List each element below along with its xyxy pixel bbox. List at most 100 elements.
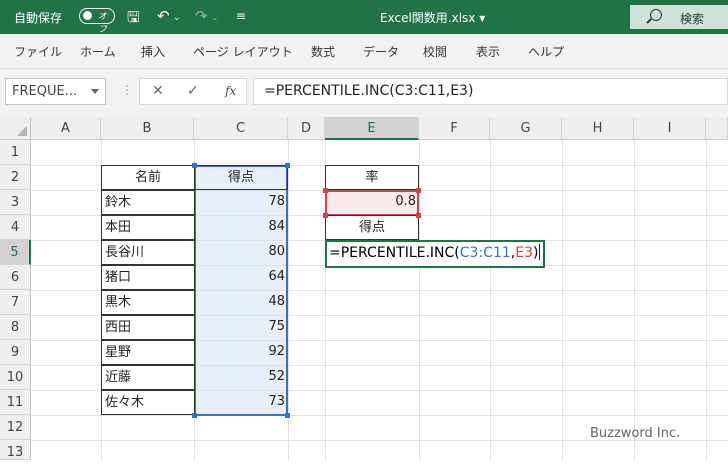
toggle-knob [83,11,92,20]
cell-c2[interactable]: 得点 [194,165,288,190]
undo-icon[interactable]: ↶ [157,7,170,25]
range-handle[interactable] [192,413,197,418]
cell-b5[interactable]: 長谷川 [101,240,195,265]
tab-file[interactable]: ファイル [14,43,62,60]
column-header-i[interactable]: I [634,117,706,140]
tab-data[interactable]: データ [363,43,399,60]
cell-b8[interactable]: 西田 [101,315,195,340]
document-title[interactable]: Excel関数用.xlsx ▾ [380,9,485,26]
cell-b10[interactable]: 近藤 [101,365,195,390]
cell-c11[interactable]: 73 [194,390,288,415]
ribbon-tabs: ファイル ホーム 挿入 ページ レイアウト 数式 データ 校閲 表示 ヘルプ [0,34,728,69]
range-handle[interactable] [192,163,197,168]
row-header-8[interactable]: 8 [0,315,31,340]
cancel-icon[interactable]: ✕ [152,83,164,99]
tab-insert[interactable]: 挿入 [141,43,165,60]
tab-view[interactable]: 表示 [476,43,500,60]
column-header-e[interactable]: E [325,117,419,140]
cell-c7[interactable]: 48 [194,290,288,315]
row-header-7[interactable]: 7 [0,290,31,315]
name-box[interactable]: FREQUE... [5,78,106,105]
cell-b4[interactable]: 本田 [101,215,195,240]
cell-b9[interactable]: 星野 [101,340,195,365]
formula-input[interactable]: =PERCENTILE.INC(C3:C11,E3) [253,78,728,105]
column-header-d[interactable]: D [288,117,325,140]
gridline [31,415,728,416]
formula-bar: FREQUE... ⋮ ✕ ✓ fx =PERCENTILE.INC(C3:C1… [0,69,728,117]
cell-b3[interactable]: 鈴木 [101,190,195,215]
cell-c4[interactable]: 84 [194,215,288,240]
tab-review[interactable]: 校閲 [423,43,447,60]
autosave-toggle[interactable]: オフ [79,8,115,35]
range-handle[interactable] [416,188,421,193]
gridline [562,140,563,460]
column-header-c[interactable]: C [194,117,288,140]
gridline [288,140,289,460]
row-header-13[interactable]: 13 [0,440,31,460]
cell-c5[interactable]: 80 [194,240,288,265]
cell-b2[interactable]: 名前 [101,165,195,190]
column-header-b[interactable]: B [101,117,194,140]
row-header-4[interactable]: 4 [0,215,31,240]
save-icon[interactable]: 🖫 [127,7,140,32]
column-header-partial[interactable] [706,117,728,140]
row-header-10[interactable]: 10 [0,365,31,390]
select-all-button[interactable] [0,117,31,140]
title-bar: 自動保存 オフ 🖫 ↶ ⌄ ↷ ⌄ ≡ Excel関数用.xlsx ▾ 検索 [0,0,728,35]
row-header-9[interactable]: 9 [0,340,31,365]
redo-dropdown-icon[interactable]: ⌄ [211,13,219,23]
cell-e2[interactable]: 率 [325,165,419,190]
range-handle[interactable] [416,213,421,218]
chevron-down-icon[interactable] [91,89,99,94]
enter-icon[interactable]: ✓ [187,83,199,99]
row-header-2[interactable]: 2 [0,165,31,190]
cell-c8[interactable]: 75 [194,315,288,340]
row-header-12[interactable]: 12 [0,415,31,440]
text-cursor [539,244,541,260]
range-handle[interactable] [285,163,290,168]
search-box[interactable]: 検索 [630,5,728,29]
cell-c3[interactable]: 78 [194,190,288,215]
cell-e3[interactable]: 0.8 [325,190,419,215]
undo-dropdown-icon[interactable]: ⌄ [173,13,181,23]
gridline [490,140,491,460]
worksheet-grid[interactable]: A B C D E F G H I 1 2 3 4 5 6 7 8 9 10 1… [0,117,728,460]
formula-buttons: ✕ ✓ fx [139,78,247,105]
autosave-state: オフ [98,12,108,35]
tab-formulas[interactable]: 数式 [311,43,335,60]
cell-c6[interactable]: 64 [194,265,288,290]
column-header-h[interactable]: H [562,117,634,140]
row-header-5[interactable]: 5 [0,240,31,265]
cell-e4[interactable]: 得点 [325,215,419,240]
range-handle[interactable] [323,188,328,193]
gridline [634,140,635,460]
insert-function-icon[interactable]: fx [225,84,236,98]
more-options-icon: ⋮ [121,83,133,97]
column-header-g[interactable]: G [490,117,562,140]
tab-page-layout[interactable]: ページ レイアウト [193,43,293,60]
range-handle[interactable] [323,213,328,218]
row-header-3[interactable]: 3 [0,190,31,215]
formula-function-text: =PERCENTILE.INC( [329,245,460,261]
row-header-1[interactable]: 1 [0,140,31,165]
row-header-6[interactable]: 6 [0,265,31,290]
cell-e5-editor[interactable]: =PERCENTILE.INC(C3:C11,E3) [325,240,545,268]
cell-b7[interactable]: 黒木 [101,290,195,315]
column-header-f[interactable]: F [419,117,490,140]
cell-c9[interactable]: 92 [194,340,288,365]
customize-toolbar-icon[interactable]: ≡ [236,9,246,23]
cell-b11[interactable]: 佐々木 [101,390,195,415]
search-label: 検索 [680,12,705,26]
search-icon [650,9,662,21]
name-box-value: FREQUE... [12,84,78,99]
tab-home[interactable]: ホーム [80,43,116,60]
row-header-11[interactable]: 11 [0,390,31,415]
watermark: Buzzword Inc. [590,426,681,441]
column-header-a[interactable]: A [31,117,101,140]
tab-help[interactable]: ヘルプ [528,43,564,60]
redo-icon[interactable]: ↷ [195,7,208,25]
autosave-label: 自動保存 [14,11,63,25]
range-handle[interactable] [285,413,290,418]
cell-c10[interactable]: 52 [194,365,288,390]
cell-b6[interactable]: 猪口 [101,265,195,290]
